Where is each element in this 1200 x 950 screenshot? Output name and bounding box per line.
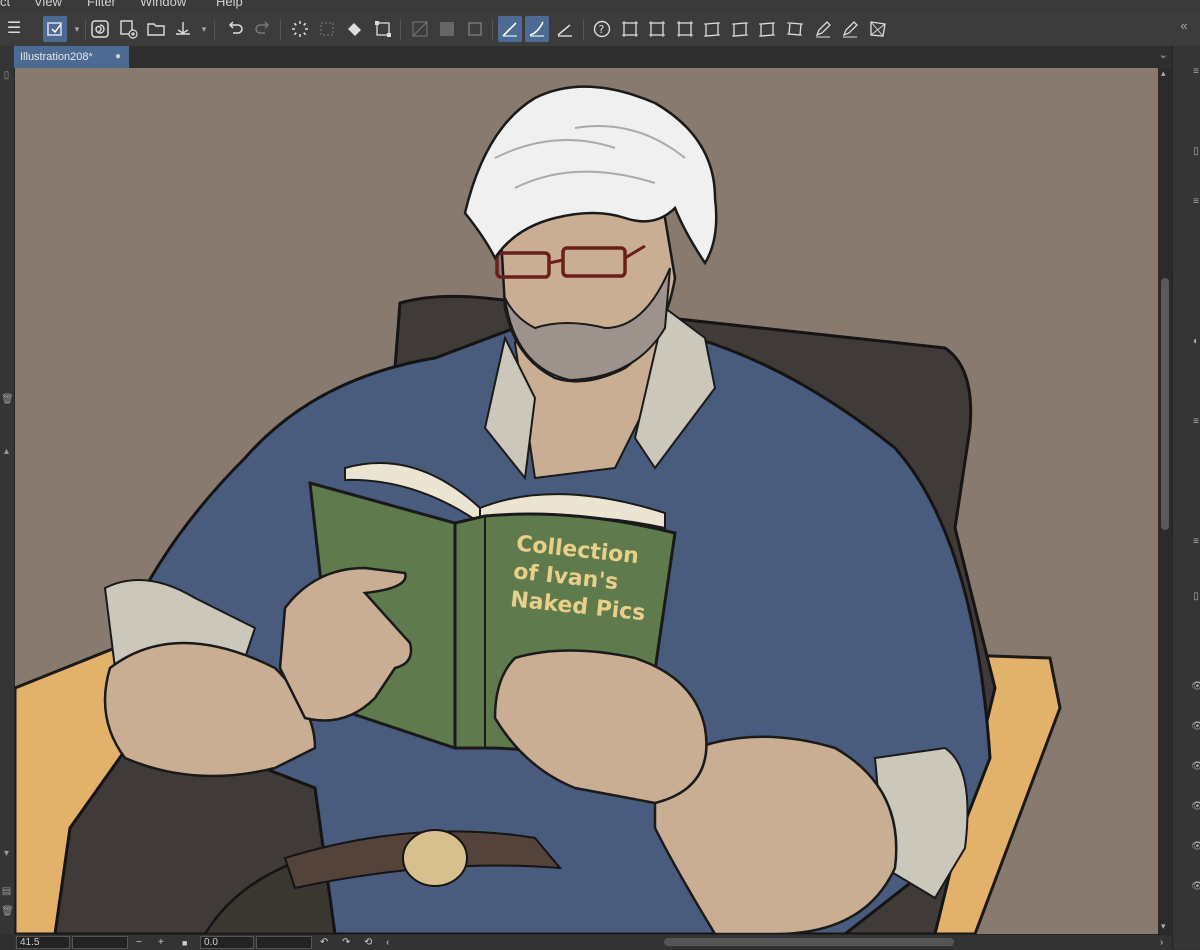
reset-rotation-icon[interactable]: ⟲	[364, 936, 372, 949]
eye-icon[interactable]: 👁	[1191, 881, 1200, 892]
snap-to-grid-icon[interactable]	[553, 16, 577, 42]
horizontal-scrollbar-thumb[interactable]	[664, 938, 954, 946]
layer-icon[interactable]: ▤	[1, 886, 12, 897]
vertical-scrollbar[interactable]: ▴ ▾	[1158, 68, 1172, 934]
hide-outside-selection-icon[interactable]	[408, 16, 432, 42]
chevron-down-icon[interactable]: ⌄	[1159, 48, 1168, 61]
pen-icon[interactable]	[838, 16, 862, 42]
status-bar: 41.5 − + ■ 0.0 ↶ ↷ ⟲ ‹ ›	[14, 934, 1172, 950]
command-bar: ☰ ▾ ▾ ? «	[0, 12, 1200, 47]
trash-icon[interactable]: 🗑	[1, 906, 14, 917]
new-canvas-icon[interactable]	[116, 16, 140, 42]
right-dock-strip: ≡ ▯ ≡ ◐ ≡ ≡ ▯ 👁 👁 👁 👁 👁 👁	[1172, 46, 1200, 949]
eye-icon[interactable]: 👁	[1191, 681, 1200, 692]
eye-icon[interactable]: 👁	[1191, 841, 1200, 852]
modified-indicator: ●	[114, 51, 121, 62]
crop-selection-icon[interactable]	[435, 16, 459, 42]
rotate-left-icon[interactable]: ↶	[320, 936, 328, 949]
menu-item-edit[interactable]: ct	[0, 0, 10, 9]
frame-icon[interactable]	[728, 16, 752, 42]
eye-icon[interactable]: 👁	[1191, 801, 1200, 812]
zoom-field[interactable]: 41.5	[16, 936, 70, 949]
fill-bucket-icon[interactable]	[343, 16, 367, 42]
canvas[interactable]: Collection of Ivan's Naked Pics	[15, 68, 1158, 934]
pen-icon[interactable]	[811, 16, 835, 42]
panel-menu-icon[interactable]: ≡	[1191, 416, 1200, 427]
menu-item-filter[interactable]: Filter	[87, 0, 116, 9]
show-selection-icon[interactable]	[463, 16, 487, 42]
menu-item-window[interactable]: Window	[140, 0, 186, 9]
scrollbar-thumb[interactable]	[1161, 278, 1169, 530]
help-icon[interactable]: ?	[590, 16, 614, 42]
illustration-artwork: Collection of Ivan's Naked Pics	[15, 85, 1062, 934]
zoom-out-button[interactable]: −	[136, 936, 142, 949]
zoom-in-button[interactable]: +	[158, 936, 164, 949]
chevron-down-icon[interactable]: ▾	[1, 848, 12, 859]
clear-selection-icon[interactable]	[315, 16, 339, 42]
menu-icon[interactable]: ☰	[2, 16, 26, 42]
rotate-right-icon[interactable]: ↷	[342, 936, 350, 949]
panel-menu-icon[interactable]: ≡	[1191, 66, 1200, 77]
save-icon[interactable]	[171, 16, 195, 42]
trash-icon[interactable]: 🗑	[1, 394, 14, 405]
loading-spinner-icon[interactable]	[288, 16, 312, 42]
panel-tab-icon[interactable]: ▯	[1, 70, 12, 81]
menu-item-view[interactable]: View	[34, 0, 62, 9]
transform-icon[interactable]	[371, 16, 395, 42]
panel-menu-icon[interactable]: ≡	[1191, 536, 1200, 547]
frame-icon[interactable]	[645, 16, 669, 42]
frame-icon[interactable]	[618, 16, 642, 42]
color-wheel-icon[interactable]: ◐	[1191, 336, 1200, 347]
mesh-transform-icon[interactable]	[866, 16, 890, 42]
select-layer-icon[interactable]	[43, 16, 67, 42]
chevron-up-icon[interactable]: ▴	[1161, 68, 1166, 79]
panel-menu-icon[interactable]: ≡	[1191, 196, 1200, 207]
angle-slider[interactable]	[256, 936, 312, 949]
redo-icon[interactable]	[251, 16, 275, 42]
eye-icon[interactable]: 👁	[1191, 721, 1200, 732]
chevron-down-icon[interactable]: ▾	[71, 16, 83, 42]
layer-icon[interactable]: ▯	[1191, 591, 1200, 602]
document-tab-row: Illustration208* ● ⌄	[14, 46, 1172, 68]
svg-text:?: ?	[599, 23, 605, 36]
snap-to-ruler-icon[interactable]	[498, 16, 522, 42]
chevron-down-icon[interactable]: ▾	[1161, 921, 1166, 932]
panel-tab-icon[interactable]: ▯	[1191, 146, 1200, 157]
chevron-left-icon[interactable]: ‹	[386, 936, 389, 949]
angle-field[interactable]: 0.0	[200, 936, 254, 949]
frame-icon[interactable]	[673, 16, 697, 42]
left-dock-strip: ▯ 🗑 ▴ ▾ ▤ 🗑	[0, 46, 15, 934]
frame-icon[interactable]	[755, 16, 779, 42]
spiral-app-icon[interactable]	[88, 16, 112, 42]
square-icon[interactable]: ■	[182, 936, 187, 949]
eye-icon[interactable]: 👁	[1191, 761, 1200, 772]
chevron-up-icon[interactable]: ▴	[1, 446, 12, 457]
tab-title: Illustration208*	[20, 51, 93, 63]
menu-item-help[interactable]: Help	[216, 0, 243, 9]
tab-illustration[interactable]: Illustration208* ●	[14, 46, 129, 68]
menu-bar: ct View Filter Window Help	[0, 0, 1200, 12]
frame-icon[interactable]	[783, 16, 807, 42]
snap-to-special-ruler-icon[interactable]	[525, 16, 549, 42]
undo-icon[interactable]	[223, 16, 247, 42]
zoom-slider[interactable]	[72, 936, 128, 949]
collapse-panel-icon[interactable]: «	[1178, 12, 1190, 38]
frame-icon[interactable]	[700, 16, 724, 42]
chevron-right-icon[interactable]: ›	[1160, 936, 1163, 949]
chevron-down-icon[interactable]: ▾	[198, 16, 210, 42]
open-folder-icon[interactable]	[144, 16, 168, 42]
